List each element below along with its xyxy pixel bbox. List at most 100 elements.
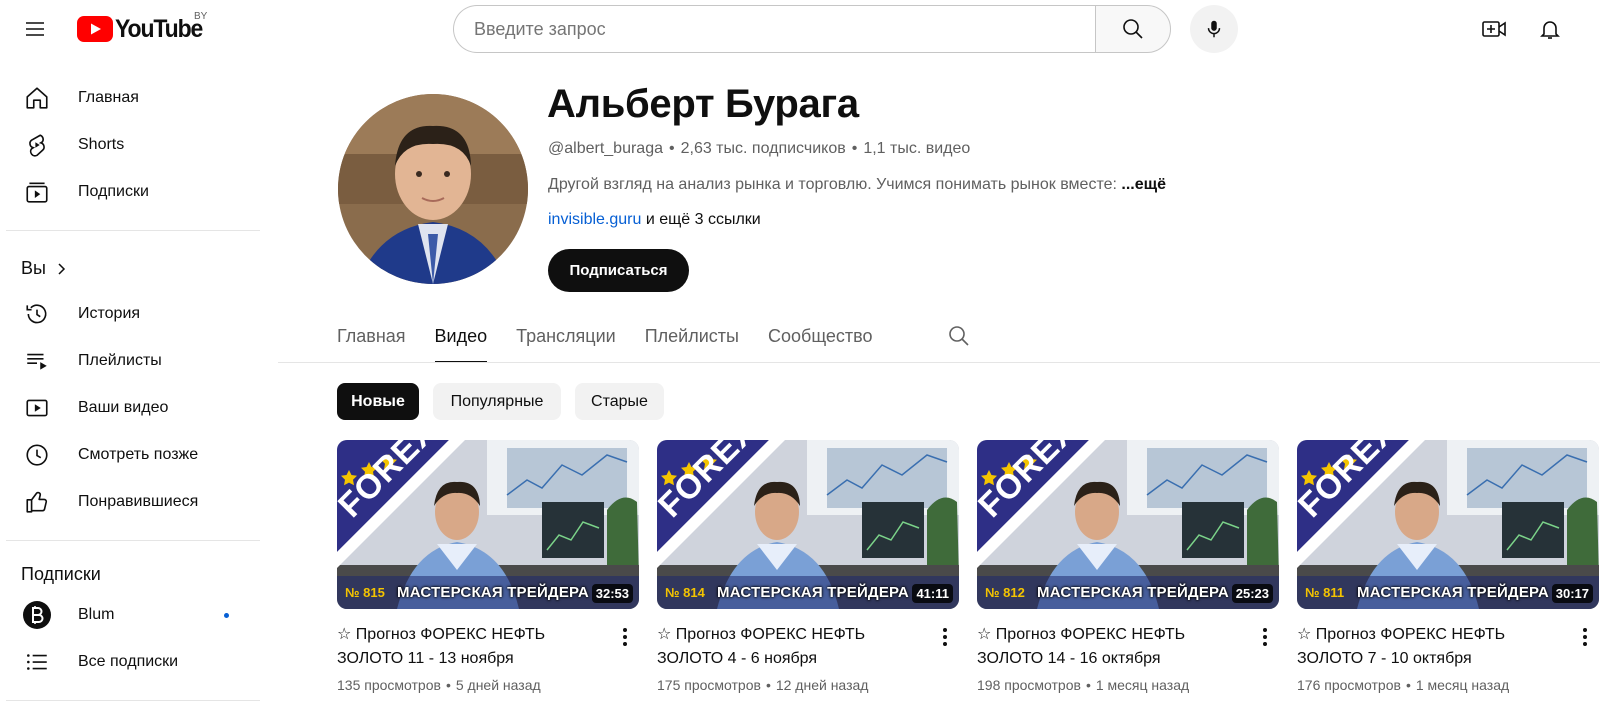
list-icon	[12, 640, 62, 684]
channel-search-button[interactable]	[945, 322, 973, 350]
video-count: 1,1 тыс. видео	[863, 140, 971, 157]
thumbnail-episode-number: № 814	[665, 585, 705, 600]
search-input[interactable]	[453, 5, 1095, 53]
sidebar-item-label: Все подписки	[78, 653, 179, 670]
channel-description[interactable]: Другой взгляд на анализ рынка и торговлю…	[548, 176, 1166, 194]
video-title[interactable]: ☆ Прогноз ФОРЕКС НЕФТЬ ЗОЛОТО 11 - 13 но…	[337, 623, 607, 671]
sidebar-item-home[interactable]: Главная	[10, 76, 258, 120]
tab-playlists[interactable]: Плейлисты	[645, 316, 739, 363]
thumbnail-caption: МАСТЕРСКАЯ ТРЕЙДЕРА	[397, 584, 589, 601]
video-thumbnail[interactable]: FOREX № 811 МАСТЕРСКАЯ ТРЕЙДЕРА 30:17	[1297, 440, 1599, 609]
thumbnail-caption: МАСТЕРСКАЯ ТРЕЙДЕРА	[1037, 584, 1229, 601]
video-thumbnail[interactable]: FOREX № 814 МАСТЕРСКАЯ ТРЕЙДЕРА 41:11	[657, 440, 959, 609]
video-menu-button[interactable]	[935, 622, 955, 652]
channel-link[interactable]: invisible.guru	[548, 211, 641, 228]
subscriptions-heading-label: Подписки	[21, 564, 101, 584]
sidebar-item-subscriptions[interactable]: Подписки	[10, 170, 258, 214]
video-thumbnail[interactable]: FOREX № 815 МАСТЕРСКАЯ ТРЕЙДЕРА 32:53	[337, 440, 639, 609]
video-metadata: 135 просмотров • 5 дней назад	[337, 677, 541, 693]
thumbnail-caption: МАСТЕРСКАЯ ТРЕЙДЕРА	[1357, 584, 1549, 601]
chip-oldest[interactable]: Старые	[575, 383, 664, 420]
channel-handle: @albert_buraga	[548, 140, 663, 157]
your-videos-icon	[12, 386, 62, 430]
sidebar-item-label: История	[78, 305, 141, 322]
chip-newest[interactable]: Новые	[337, 383, 419, 420]
more-vert-icon	[1263, 628, 1267, 646]
create-video-icon	[1482, 21, 1506, 37]
upload-age: 5 дней назад	[455, 677, 541, 693]
sidebar-item-liked[interactable]: Понравившиеся	[10, 480, 258, 524]
chip-popular[interactable]: Популярные	[433, 383, 561, 420]
sidebar-item-label: Blum	[78, 606, 115, 623]
tabs-divider	[278, 362, 1600, 363]
video-duration: 25:23	[1231, 584, 1273, 603]
channel-meta: @albert_buraga • 2,63 тыс. подписчиков • 1,1…	[548, 140, 971, 157]
sidebar-item-label: Главная	[78, 89, 139, 106]
upload-age: 1 месяц назад	[1415, 677, 1510, 693]
chevron-right-icon	[58, 262, 66, 275]
sidebar-item-shorts[interactable]: Shorts	[10, 123, 258, 167]
menu-button[interactable]	[16, 10, 54, 48]
sidebar-item-label: Подписки	[78, 183, 149, 200]
view-count: 175 просмотров	[657, 677, 761, 693]
sidebar-item-history[interactable]: История	[10, 292, 258, 336]
search-icon	[1123, 19, 1143, 39]
sidebar-item-playlists[interactable]: Плейлисты	[10, 339, 258, 383]
subscribe-button[interactable]: Подписаться	[548, 249, 689, 292]
tab-community[interactable]: Сообщество	[768, 316, 873, 363]
subscriptions-icon	[12, 170, 62, 214]
video-menu-button[interactable]	[1575, 622, 1595, 652]
more-links[interactable]: и ещё 3 ссылки	[641, 211, 761, 228]
search-icon	[949, 326, 969, 346]
sidebar-item-label: Смотреть позже	[78, 446, 199, 463]
video-title[interactable]: ☆ Прогноз ФОРЕКС НЕФТЬ ЗОЛОТО 4 - 6 нояб…	[657, 623, 927, 671]
upload-age: 12 дней назад	[775, 677, 869, 693]
video-thumbnail[interactable]: FOREX № 812 МАСТЕРСКАЯ ТРЕЙДЕРА 25:23	[977, 440, 1279, 609]
upload-age: 1 месяц назад	[1095, 677, 1190, 693]
hamburger-menu-icon	[26, 22, 44, 36]
country-code: BY	[194, 11, 208, 22]
tab-home[interactable]: Главная	[337, 316, 406, 363]
view-count: 135 просмотров	[337, 677, 441, 693]
video-card[interactable]: FOREX № 814 МАСТЕРСКАЯ ТРЕЙДЕРА 41:11 ☆ …	[657, 440, 959, 693]
sidebar-item-label: Плейлисты	[78, 352, 162, 369]
channel-name: Альберт Бурага	[547, 82, 859, 126]
subscriber-count: 2,63 тыс. подписчиков	[680, 140, 846, 157]
tab-videos[interactable]: Видео	[434, 316, 487, 363]
video-menu-button[interactable]	[1255, 622, 1275, 652]
sidebar-item-all-subscriptions[interactable]: Все подписки	[10, 640, 258, 684]
sidebar-divider	[6, 230, 260, 231]
description-more-link[interactable]: ...ещё	[1121, 176, 1166, 193]
video-card[interactable]: FOREX № 815 МАСТЕРСКАЯ ТРЕЙДЕРА 32:53 ☆ …	[337, 440, 639, 693]
view-count: 176 просмотров	[1297, 677, 1401, 693]
tab-live[interactable]: Трансляции	[516, 316, 616, 363]
create-button[interactable]	[1474, 9, 1514, 49]
home-icon	[12, 76, 62, 120]
video-duration: 30:17	[1551, 584, 1593, 603]
video-title[interactable]: ☆ Прогноз ФОРЕКС НЕФТЬ ЗОЛОТО 7 - 10 окт…	[1297, 623, 1567, 671]
view-count: 198 просмотров	[977, 677, 1081, 693]
sidebar-item-your-videos[interactable]: Ваши видео	[10, 386, 258, 430]
video-menu-button[interactable]	[615, 622, 635, 652]
youtube-logo[interactable]: YouTube	[77, 14, 210, 44]
voice-search-button[interactable]	[1190, 5, 1238, 53]
thumbnail-episode-number: № 815	[345, 585, 385, 600]
sidebar-divider	[6, 540, 260, 541]
video-title[interactable]: ☆ Прогноз ФОРЕКС НЕФТЬ ЗОЛОТО 14 - 16 ок…	[977, 623, 1247, 671]
search-button[interactable]	[1095, 5, 1171, 53]
sidebar-item-watch-later[interactable]: Смотреть позже	[10, 433, 258, 477]
sidebar-subscription-blum[interactable]: Blum	[10, 593, 258, 637]
video-card[interactable]: FOREX № 811 МАСТЕРСКАЯ ТРЕЙДЕРА 30:17 ☆ …	[1297, 440, 1599, 693]
playlists-icon	[12, 339, 62, 383]
microphone-icon	[1207, 20, 1221, 38]
blum-avatar-icon	[12, 593, 62, 637]
logo-wordmark: YouTube	[115, 14, 203, 43]
notifications-button[interactable]	[1530, 9, 1570, 49]
sidebar-you-heading[interactable]: Вы	[21, 258, 68, 279]
channel-avatar[interactable]	[338, 94, 528, 284]
video-metadata: 198 просмотров • 1 месяц назад	[977, 677, 1190, 693]
video-metadata: 175 просмотров • 12 дней назад	[657, 677, 869, 693]
thumbnail-episode-number: № 811	[1305, 585, 1345, 600]
you-heading-label: Вы	[21, 258, 46, 278]
video-card[interactable]: FOREX № 812 МАСТЕРСКАЯ ТРЕЙДЕРА 25:23 ☆ …	[977, 440, 1279, 693]
